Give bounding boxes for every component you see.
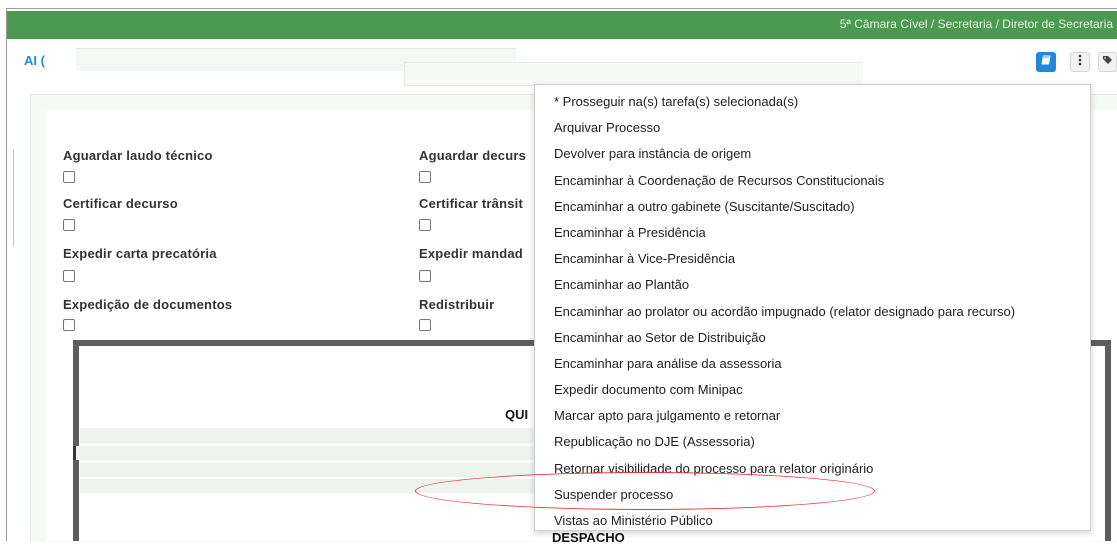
breadcrumb: 5ª Câmara Cível / Secretaria / Diretor d…	[839, 17, 1113, 31]
document-line	[73, 446, 543, 460]
menu-item-vice-presidencia[interactable]: Encaminhar à Vice-Presidência	[535, 246, 1090, 272]
more-vertical-icon	[1078, 53, 1082, 71]
menu-item-apto-julgamento[interactable]: Marcar apto para julgamento e retornar	[535, 403, 1090, 429]
menu-item-devolver[interactable]: Devolver para instância de origem	[535, 141, 1090, 167]
menu-item-distribuicao[interactable]: Encaminhar ao Setor de Distribuição	[535, 325, 1090, 351]
brand-text: AI (	[24, 53, 45, 68]
task-label: Expedir mandad	[419, 246, 523, 261]
menu-item-assessoria[interactable]: Encaminhar para análise da assessoria	[535, 351, 1090, 377]
task-checkbox[interactable]	[63, 219, 75, 231]
task-label: Redistribuir	[419, 297, 495, 312]
menu-item-minipac[interactable]: Expedir documento com Minipac	[535, 377, 1090, 403]
task-label: Expedição de documentos	[63, 297, 233, 312]
task-checkbox[interactable]	[419, 270, 431, 282]
highlight-annotation	[415, 472, 875, 510]
task-checkbox[interactable]	[419, 171, 431, 183]
task-checkbox[interactable]	[63, 171, 75, 183]
menu-item-prosseguir[interactable]: * Prosseguir na(s) tarefa(s) selecionada…	[535, 89, 1090, 115]
menu-item-presidencia[interactable]: Encaminhar à Presidência	[535, 220, 1090, 246]
tag-icon	[1102, 53, 1113, 71]
left-divider	[7, 150, 14, 246]
more-options-button[interactable]	[1070, 52, 1090, 72]
task-checkbox[interactable]	[419, 319, 431, 331]
tag-button[interactable]	[1098, 52, 1117, 72]
menu-item-coordenacao[interactable]: Encaminhar à Coordenação de Recursos Con…	[535, 168, 1090, 194]
task-label: Expedir carta precatória	[63, 246, 217, 261]
book-icon	[1040, 53, 1052, 71]
task-label: Certificar trânsit	[419, 196, 524, 211]
document-line	[80, 463, 540, 477]
task-label: Certificar decurso	[63, 196, 178, 211]
header-field-secondary	[404, 62, 863, 86]
menu-item-vistas[interactable]: Vistas ao Ministério Público	[535, 508, 1090, 534]
actions-dropdown: * Prosseguir na(s) tarefa(s) selecionada…	[534, 84, 1091, 531]
book-button[interactable]	[1036, 52, 1056, 72]
task-label: Aguardar laudo técnico	[63, 148, 213, 163]
task-label: Aguardar decurs	[419, 148, 527, 163]
menu-item-prolator[interactable]: Encaminhar ao prolator ou acordão impugn…	[535, 299, 1090, 325]
document-line	[80, 428, 540, 443]
task-checkbox[interactable]	[63, 270, 75, 282]
task-checkbox[interactable]	[63, 319, 75, 331]
top-bar: 5ª Câmara Cível / Secretaria / Diretor d…	[7, 11, 1117, 39]
menu-item-plantao[interactable]: Encaminhar ao Plantão	[535, 272, 1090, 298]
menu-item-arquivar[interactable]: Arquivar Processo	[535, 115, 1090, 141]
menu-item-outro-gabinete[interactable]: Encaminhar a outro gabinete (Suscitante/…	[535, 194, 1090, 220]
document-title: QUI	[505, 407, 529, 422]
menu-item-republicacao[interactable]: Republicação no DJE (Assessoria)	[535, 429, 1090, 455]
task-checkbox[interactable]	[419, 219, 431, 231]
